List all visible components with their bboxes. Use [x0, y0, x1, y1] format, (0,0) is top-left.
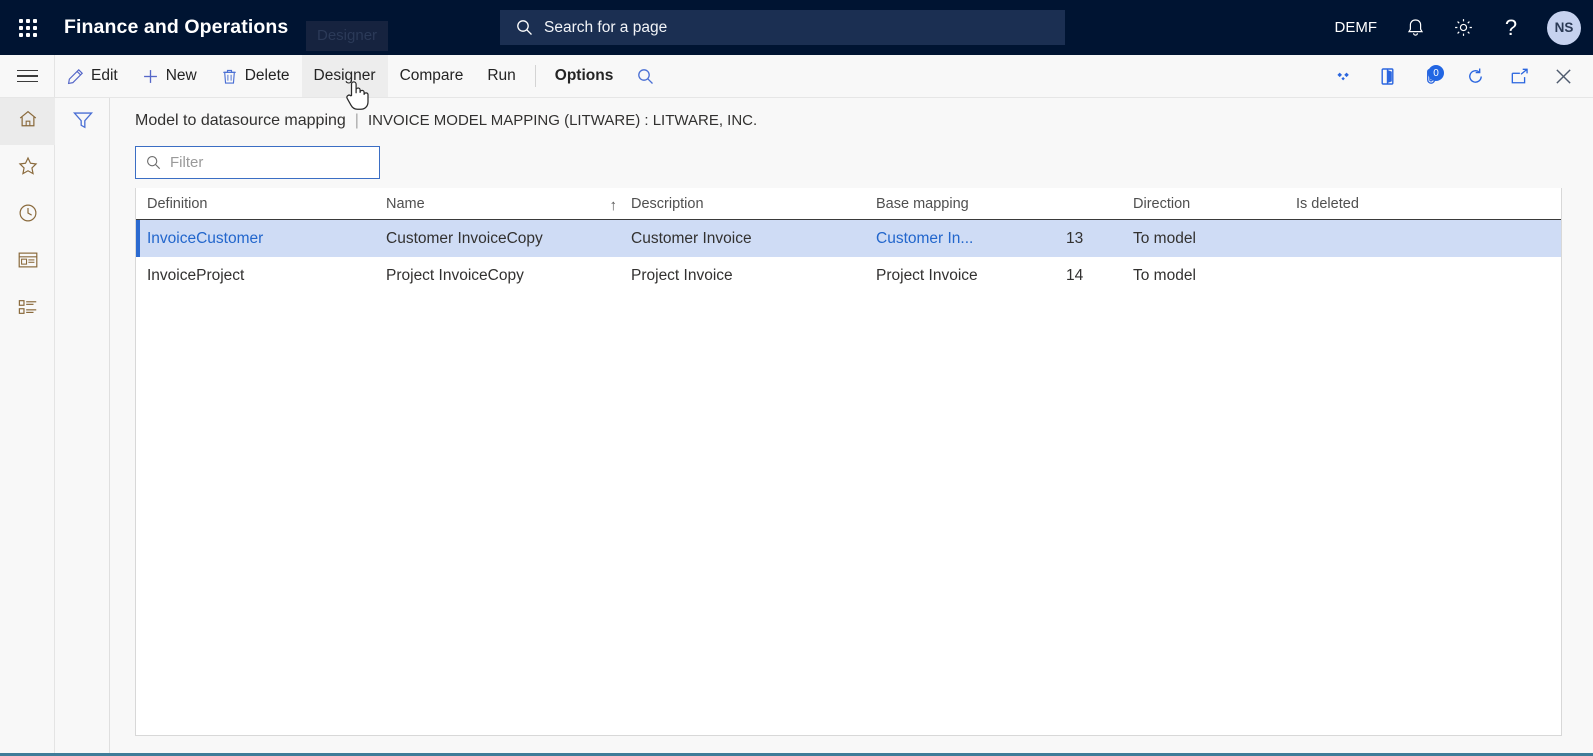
- column-header-definition[interactable]: Definition: [136, 196, 386, 219]
- hamburger-menu-icon[interactable]: [0, 55, 55, 97]
- close-icon[interactable]: [1541, 55, 1585, 97]
- cell-definition[interactable]: InvoiceCustomer: [136, 230, 386, 248]
- action-pane-toolbar: Edit New Delete Designer Compare Run Opt…: [0, 55, 1593, 98]
- header-right-actions: DEMF ? NS: [1321, 0, 1593, 55]
- designer-button[interactable]: Designer: [301, 55, 388, 97]
- trash-icon: [221, 68, 238, 85]
- run-button-label: Run: [487, 67, 516, 84]
- filter-pane: [55, 98, 110, 756]
- sidebar-item-recent[interactable]: [0, 192, 55, 239]
- compare-button[interactable]: Compare: [388, 55, 476, 97]
- page-title-separator: |: [354, 112, 359, 129]
- column-header-number[interactable]: [1066, 212, 1121, 219]
- cell-base-mapping[interactable]: Customer In...: [876, 230, 1066, 248]
- gear-icon[interactable]: [1439, 0, 1487, 55]
- office-app-icon[interactable]: [1365, 55, 1409, 97]
- edit-button-label: Edit: [91, 67, 118, 84]
- run-button[interactable]: Run: [475, 55, 527, 97]
- cell-number: 14: [1066, 266, 1084, 284]
- column-header-base-mapping[interactable]: Base mapping: [876, 196, 1066, 219]
- sort-ascending-icon: ↑: [609, 197, 618, 214]
- sidebar-item-home[interactable]: [0, 98, 55, 145]
- sidebar-item-workspaces[interactable]: [0, 239, 55, 286]
- filter-input-placeholder: Filter: [170, 154, 204, 171]
- cell-definition: InvoiceProject: [147, 266, 245, 284]
- modules-list-icon: [17, 297, 39, 322]
- cell-description: Project Invoice: [631, 266, 733, 284]
- attachments-icon[interactable]: 0: [1409, 55, 1453, 97]
- cell-name: Project InvoiceCopy: [386, 266, 524, 284]
- search-icon: [516, 19, 533, 36]
- application-window: Finance and Operations Search for a page…: [0, 0, 1593, 756]
- designer-button-label: Designer: [313, 67, 376, 84]
- column-header-direction[interactable]: Direction: [1121, 196, 1296, 219]
- column-header-is-deleted[interactable]: Is deleted: [1296, 196, 1496, 219]
- cell-direction: To model: [1133, 266, 1196, 284]
- main-content: Model to datasource mapping | INVOICE MO…: [110, 98, 1593, 756]
- new-button-label: New: [165, 67, 197, 84]
- avatar[interactable]: NS: [1535, 0, 1593, 55]
- toolbar-search-icon[interactable]: [625, 55, 666, 97]
- question-mark-icon[interactable]: ?: [1487, 0, 1535, 55]
- avatar-initials: NS: [1547, 10, 1581, 45]
- cell-name: Customer InvoiceCopy: [386, 229, 543, 247]
- app-title: Finance and Operations: [64, 16, 289, 38]
- table-row[interactable]: InvoiceCustomer Customer InvoiceCopy Cus…: [136, 220, 1561, 257]
- top-header-bar: Finance and Operations Search for a page…: [0, 0, 1593, 55]
- action-pane-right-icons: 0: [1321, 55, 1593, 97]
- filter-funnel-icon[interactable]: [55, 98, 110, 142]
- grid-header-row: Definition Name ↑ Description Base mappi…: [136, 188, 1561, 220]
- cell-direction: To model: [1133, 229, 1196, 247]
- favorites-star-icon: [17, 155, 39, 182]
- compare-button-label: Compare: [399, 67, 464, 84]
- workspaces-icon: [17, 250, 39, 275]
- related-information-icon[interactable]: [1321, 55, 1365, 97]
- new-button[interactable]: New: [130, 55, 209, 97]
- options-button-label: Options: [554, 67, 614, 84]
- home-icon: [17, 108, 39, 135]
- data-grid: Definition Name ↑ Description Base mappi…: [135, 188, 1562, 736]
- global-search-placeholder: Search for a page: [544, 18, 668, 36]
- column-header-name[interactable]: Name ↑: [386, 196, 631, 219]
- company-selector[interactable]: DEMF: [1321, 0, 1392, 55]
- column-header-name-label: Name: [386, 196, 425, 212]
- toolbar-divider: [534, 65, 536, 87]
- cell-base-mapping: Project Invoice: [876, 266, 978, 284]
- global-search-input[interactable]: Search for a page: [500, 10, 1065, 45]
- page-title: Model to datasource mapping | INVOICE MO…: [110, 98, 1593, 130]
- left-navigation-rail: [0, 98, 55, 756]
- refresh-icon[interactable]: [1453, 55, 1497, 97]
- filter-row: Filter: [110, 130, 1593, 179]
- sidebar-item-favorites[interactable]: [0, 145, 55, 192]
- plus-icon: [142, 68, 159, 85]
- delete-button[interactable]: Delete: [209, 55, 302, 97]
- cell-description: Customer Invoice: [631, 229, 752, 247]
- column-header-description[interactable]: Description: [631, 196, 876, 219]
- edit-button[interactable]: Edit: [55, 55, 130, 97]
- search-icon: [146, 155, 161, 170]
- pencil-icon: [67, 68, 84, 85]
- page-title-text: Model to datasource mapping: [135, 112, 346, 129]
- page-context-label: INVOICE MODEL MAPPING (LITWARE) : LITWAR…: [367, 112, 758, 129]
- delete-button-label: Delete: [244, 67, 290, 84]
- attachments-count-badge: 0: [1428, 65, 1444, 81]
- recent-clock-icon: [17, 202, 39, 229]
- bell-icon[interactable]: [1391, 0, 1439, 55]
- filter-input[interactable]: Filter: [135, 146, 380, 179]
- cell-number: 13: [1066, 229, 1084, 247]
- open-in-new-window-icon[interactable]: [1497, 55, 1541, 97]
- sidebar-item-modules[interactable]: [0, 286, 55, 333]
- toolbar-buttons: Edit New Delete Designer Compare Run Opt…: [55, 55, 666, 97]
- table-row[interactable]: InvoiceProject Project InvoiceCopy Proje…: [136, 257, 1561, 294]
- app-launcher-grid-icon[interactable]: [0, 0, 55, 55]
- options-button[interactable]: Options: [543, 55, 626, 97]
